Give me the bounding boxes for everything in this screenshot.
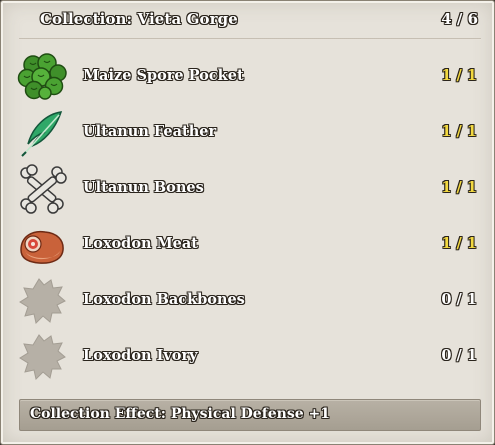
item-progress: 1 / 1	[441, 67, 477, 84]
header-divider	[19, 38, 481, 40]
collection-effect-bar: Collection Effect: Physical Defense +1	[19, 399, 481, 431]
feather-icon	[17, 108, 67, 158]
item-progress: 1 / 1	[441, 123, 477, 140]
item-name: Ultanun Feather	[83, 123, 217, 140]
item-progress: 1 / 1	[441, 179, 477, 196]
collection-panel: Collection: Vieta Gorge 4 / 6 Maize Spor…	[0, 0, 495, 445]
bones-icon	[17, 164, 67, 214]
unknown-item-icon	[17, 332, 67, 382]
meat-icon	[17, 220, 67, 270]
collection-item-loxodon-meat[interactable]: Loxodon Meat 1 / 1	[1, 217, 494, 273]
collection-item-maize-spore-pocket[interactable]: Maize Spore Pocket 1 / 1	[1, 49, 494, 105]
item-name: Loxodon Backbones	[83, 291, 245, 308]
collection-item-ultanun-feather[interactable]: Ultanun Feather 1 / 1	[1, 105, 494, 161]
collection-header: Collection: Vieta Gorge 4 / 6	[1, 1, 494, 39]
unknown-item-icon	[17, 276, 67, 326]
collection-item-loxodon-backbones[interactable]: Loxodon Backbones 0 / 1	[1, 273, 494, 329]
item-progress: 1 / 1	[441, 235, 477, 252]
collection-item-ultanun-bones[interactable]: Ultanun Bones 1 / 1	[1, 161, 494, 217]
spore-pocket-icon	[17, 52, 67, 102]
item-progress: 0 / 1	[441, 347, 477, 364]
collection-count: 4 / 6	[441, 10, 478, 28]
item-name: Loxodon Meat	[83, 235, 198, 252]
collection-effect-text: Collection Effect: Physical Defense +1	[30, 406, 330, 422]
item-name: Maize Spore Pocket	[83, 67, 244, 84]
item-name: Ultanun Bones	[83, 179, 204, 196]
collection-title: Collection: Vieta Gorge	[40, 10, 238, 28]
item-name: Loxodon Ivory	[83, 347, 198, 364]
item-progress: 0 / 1	[441, 291, 477, 308]
collection-item-loxodon-ivory[interactable]: Loxodon Ivory 0 / 1	[1, 329, 494, 385]
